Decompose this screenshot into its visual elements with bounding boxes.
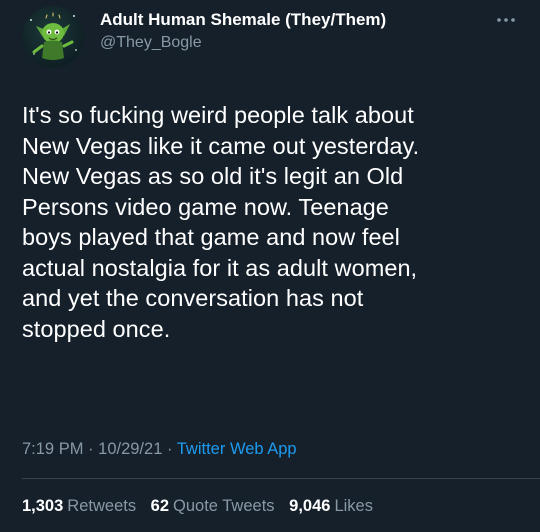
quote-tweets-label: Quote Tweets [173,497,275,515]
user-handle[interactable]: @They_Bogle [100,34,202,52]
quote-tweets-count: 62 [150,497,170,515]
divider [22,478,540,479]
likes-label: Likes [334,497,373,515]
tweet-card: Adult Human Shemale (They/Them) @They_Bo… [0,0,540,532]
more-options-icon[interactable] [494,14,518,26]
meta-separator: · [166,440,173,458]
tweet-date[interactable]: 10/29/21 [98,440,162,458]
meta-separator: · [88,440,94,458]
avatar[interactable] [22,6,84,68]
tweet-line: boys played that game and now feel [22,224,400,250]
engagement-stats: 1,303 Retweets 62 Quote Tweets 9,046 Likes [22,497,383,516]
retweets-count: 1,303 [22,497,64,515]
likes-stat[interactable]: 9,046 Likes [289,497,373,516]
tweet-line: New Vegas like it came out yesterday. [22,132,420,159]
tweet-line: actual nostalgia for it as adult women, [22,254,418,281]
tweet-metadata: 7:19 PM · 10/29/21 · Twitter Web App [22,440,297,459]
tweet-source-link[interactable]: Twitter Web App [177,440,297,458]
retweets-stat[interactable]: 1,303 Retweets [22,497,136,516]
tweet-line: Persons video game now. Teenage [22,193,389,220]
tweet-line: stopped once. [22,315,171,342]
tweet-line: and yet the conversation has not [22,285,364,311]
display-name[interactable]: Adult Human Shemale (They/Them) [100,10,386,30]
tweet-body: It's so fucking weird people talk about … [22,100,522,344]
likes-count: 9,046 [289,497,331,515]
retweets-label: Retweets [67,497,137,515]
tweet-line: New Vegas as so old it's legit an Old [22,163,404,189]
tweet-time[interactable]: 7:19 PM [22,440,83,458]
tweet-line: It's so fucking weird people talk about [22,102,414,128]
goblin-avatar-icon [30,12,77,60]
quote-tweets-stat[interactable]: 62 Quote Tweets [151,497,275,516]
